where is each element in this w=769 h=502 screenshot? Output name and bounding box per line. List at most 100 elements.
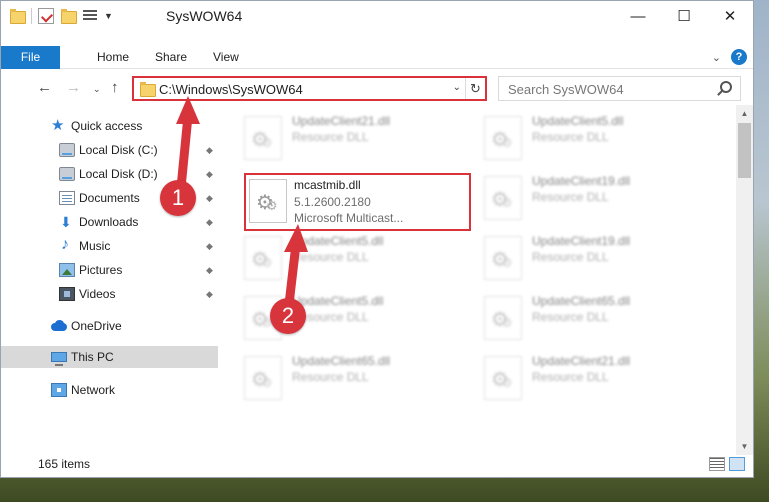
- details-view-icon[interactable]: [709, 457, 725, 471]
- refresh-button[interactable]: ↻: [465, 78, 485, 99]
- file-name: UpdateClient19.dll: [532, 174, 631, 188]
- search-input[interactable]: Search SysWOW64: [508, 82, 624, 97]
- qat-dropdown-icon[interactable]: ▼: [104, 11, 113, 21]
- scroll-up-icon[interactable]: ▲: [736, 105, 753, 122]
- file-item[interactable]: UpdateClient19.dll Resource DLL: [471, 173, 701, 223]
- sidebar-item-this-pc[interactable]: This PC: [1, 346, 218, 368]
- new-folder-icon[interactable]: [60, 8, 77, 24]
- sidebar-item-videos[interactable]: Videos ◆: [59, 283, 219, 305]
- sidebar-item-local-disk-c[interactable]: Local Disk (C:) ◆: [59, 139, 219, 161]
- file-name: UpdateClient5.dll: [292, 294, 384, 308]
- quick-access-toolbar: ▼: [9, 8, 113, 24]
- sidebar-item-local-disk-d[interactable]: Local Disk (D:) ◆: [59, 163, 219, 185]
- file-item[interactable]: UpdateClient5.dll Resource DLL: [231, 233, 461, 283]
- address-path[interactable]: C:\Windows\SysWOW64: [159, 82, 303, 97]
- file-type: Resource DLL: [292, 250, 369, 264]
- file-name: UpdateClient65.dll: [292, 354, 391, 368]
- network-icon: [51, 383, 67, 397]
- sidebar-item-pictures[interactable]: Pictures ◆: [59, 259, 219, 281]
- scroll-thumb[interactable]: [738, 123, 751, 178]
- file-name: UpdateClient21.dll: [292, 114, 391, 128]
- dll-file-icon: [484, 176, 522, 220]
- address-dropdown-icon[interactable]: ⌄: [453, 82, 461, 93]
- sidebar-item-downloads[interactable]: Downloads ◆: [59, 211, 219, 233]
- tab-home[interactable]: Home: [97, 46, 129, 69]
- vertical-scrollbar[interactable]: ▲ ▼: [736, 105, 753, 455]
- help-icon[interactable]: ?: [731, 49, 747, 65]
- item-count: 165 items: [38, 457, 91, 471]
- tiles-view-icon[interactable]: [729, 457, 745, 471]
- pictures-icon: [59, 263, 75, 277]
- pin-icon[interactable]: ◆: [206, 259, 213, 281]
- recent-locations-icon[interactable]: ⌄: [93, 84, 101, 95]
- minimize-button[interactable]: —: [615, 1, 661, 31]
- file-item[interactable]: UpdateClient5.dll Resource DLL: [231, 293, 461, 343]
- tab-share[interactable]: Share: [155, 46, 187, 69]
- file-item[interactable]: UpdateClient5.dll Resource DLL: [471, 113, 701, 163]
- step-1-badge: 1: [160, 180, 196, 216]
- disk-icon: [59, 167, 75, 181]
- dll-file-icon: [244, 116, 282, 160]
- pin-icon[interactable]: ◆: [206, 211, 213, 233]
- file-type: Resource DLL: [532, 130, 609, 144]
- divider: [31, 8, 32, 24]
- video-icon: [59, 287, 75, 301]
- dll-file-icon: [244, 356, 282, 400]
- ribbon-right-controls: ⌄ ?: [712, 49, 747, 65]
- file-list: UpdateClient21.dll Resource DLL mcastmib…: [231, 113, 736, 453]
- step-2-badge: 2: [270, 298, 306, 334]
- disk-icon: [59, 143, 75, 157]
- pin-icon[interactable]: ◆: [206, 187, 213, 209]
- ribbon: File Home Share View ⌄ ?: [1, 46, 753, 69]
- tab-view[interactable]: View: [213, 46, 239, 69]
- back-button[interactable]: ←: [37, 79, 52, 96]
- status-bar: 165 items: [1, 453, 753, 477]
- pin-icon[interactable]: ◆: [206, 235, 213, 257]
- dll-file-icon: [484, 116, 522, 160]
- pin-icon[interactable]: ◆: [206, 163, 213, 185]
- file-item[interactable]: UpdateClient21.dll Resource DLL: [471, 353, 701, 403]
- maximize-button[interactable]: ☐: [661, 1, 707, 31]
- view-switcher: [709, 457, 745, 471]
- documents-icon: [59, 191, 75, 205]
- file-name: mcastmib.dll: [294, 178, 361, 192]
- window-title: SysWOW64: [166, 8, 243, 24]
- navigation-pane: Quick access Local Disk (C:) ◆ Local Dis…: [1, 113, 218, 453]
- address-bar[interactable]: C:\Windows\SysWOW64 ⌄ ↻: [132, 76, 487, 101]
- pin-icon[interactable]: ◆: [206, 139, 213, 161]
- forward-button[interactable]: →: [66, 79, 81, 96]
- pc-icon: [51, 352, 67, 366]
- file-item[interactable]: UpdateClient19.dll Resource DLL: [471, 233, 701, 283]
- customize-view-icon[interactable]: [82, 8, 98, 24]
- navigation-bar: ← → ⌄ ↑ C:\Windows\SysWOW64 ⌄ ↻ Search S…: [1, 75, 753, 103]
- file-item[interactable]: UpdateClient21.dll Resource DLL: [231, 113, 461, 163]
- close-button[interactable]: ✕: [707, 1, 753, 31]
- folder-icon: [9, 8, 26, 24]
- title-bar: ▼ SysWOW64 — ☐ ✕: [1, 1, 753, 33]
- file-name: UpdateClient65.dll: [532, 294, 631, 308]
- file-name: UpdateClient19.dll: [532, 234, 631, 248]
- file-explorer-window: ▼ SysWOW64 — ☐ ✕ File Home Share View ⌄ …: [0, 0, 754, 478]
- dll-file-icon: [244, 236, 282, 280]
- search-box[interactable]: Search SysWOW64: [498, 76, 741, 101]
- ribbon-expand-icon[interactable]: ⌄: [712, 51, 721, 64]
- tab-file[interactable]: File: [1, 46, 60, 69]
- file-name: UpdateClient5.dll: [532, 114, 624, 128]
- file-item[interactable]: UpdateClient65.dll Resource DLL: [231, 353, 461, 403]
- file-name: UpdateClient21.dll: [532, 354, 631, 368]
- up-button[interactable]: ↑: [111, 79, 119, 96]
- properties-icon[interactable]: [38, 8, 54, 24]
- music-icon: [59, 234, 75, 256]
- file-description: Microsoft Multicast...: [294, 211, 404, 225]
- file-type: Resource DLL: [292, 130, 369, 144]
- file-type: Resource DLL: [532, 250, 609, 264]
- file-version: 5.1.2600.2180: [294, 195, 371, 209]
- file-type: Resource DLL: [532, 370, 609, 384]
- search-icon[interactable]: [720, 81, 732, 93]
- sidebar-item-music[interactable]: Music ◆: [59, 234, 219, 257]
- highlighted-file-item[interactable]: mcastmib.dll 5.1.2600.2180 Microsoft Mul…: [244, 173, 471, 231]
- file-item[interactable]: UpdateClient65.dll Resource DLL: [471, 293, 701, 343]
- file-type: Resource DLL: [532, 310, 609, 324]
- pin-icon[interactable]: ◆: [206, 283, 213, 305]
- dll-file-icon: [249, 179, 287, 223]
